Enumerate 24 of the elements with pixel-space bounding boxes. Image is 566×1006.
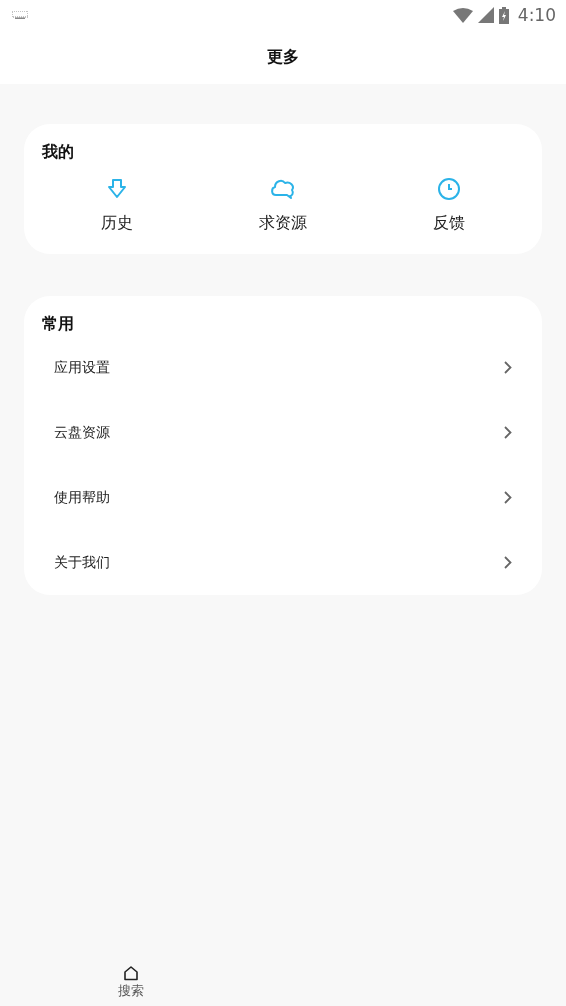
page-title: 更多 (267, 46, 299, 68)
menu-item[interactable]: 应用设置 (54, 358, 110, 377)
chat-bubble-icon (270, 177, 296, 201)
section-title: 我的 (42, 142, 75, 163)
chevron-right-icon[interactable] (504, 491, 512, 504)
status-time: 4:10 (517, 5, 556, 25)
chevron-right-icon[interactable] (504, 426, 512, 439)
battery-icon (498, 6, 509, 24)
signal-icon (477, 7, 494, 23)
chevron-right-icon[interactable] (504, 556, 512, 569)
clock-icon (437, 177, 461, 201)
nav-tab[interactable]: 搜索 (118, 958, 144, 1006)
home-icon (123, 966, 139, 981)
menu-item[interactable]: 云盘资源 (54, 423, 110, 442)
shortcut-item[interactable]: 历史 (67, 177, 167, 234)
shortcut-item[interactable]: 反馈 (399, 177, 499, 234)
wifi-icon (452, 7, 473, 23)
section-title: 常用 (42, 314, 75, 335)
shortcut-item[interactable]: 求资源 (233, 177, 333, 234)
menu-item[interactable]: 关于我们 (54, 553, 110, 572)
keyboard-icon (12, 11, 28, 19)
menu-item[interactable]: 使用帮助 (54, 488, 110, 507)
chevron-right-icon[interactable] (504, 361, 512, 374)
download-arrow-icon (105, 177, 129, 201)
